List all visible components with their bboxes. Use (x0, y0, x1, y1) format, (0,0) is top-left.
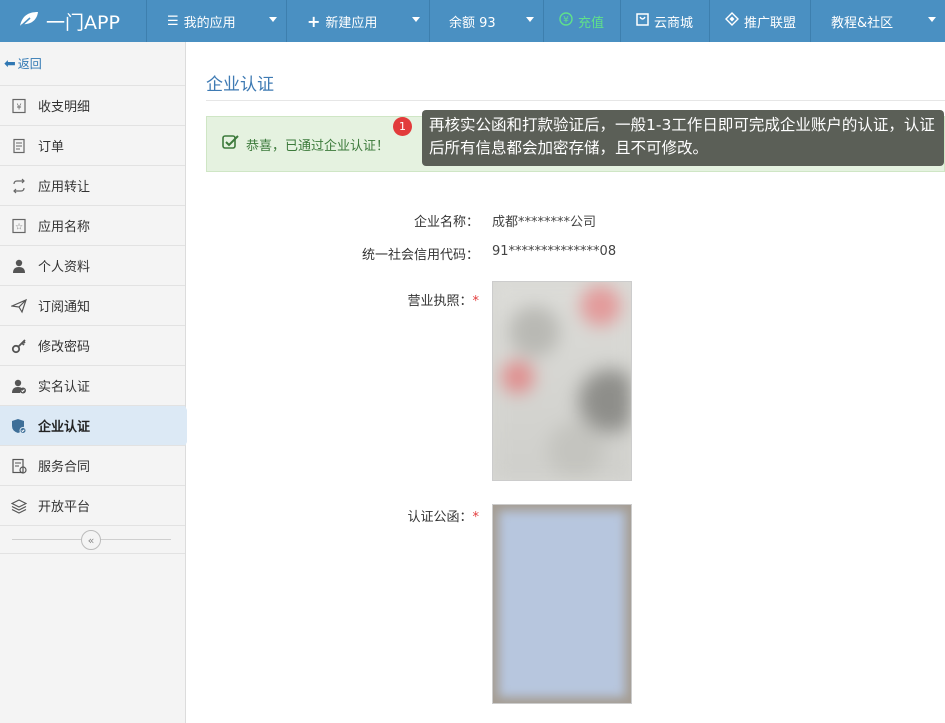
sidebar-item-label: 应用转让 (38, 180, 91, 195)
divider (206, 100, 945, 101)
order-icon (10, 137, 28, 155)
store-icon (636, 12, 649, 30)
svg-text:☆: ☆ (15, 222, 23, 232)
step-badge: 1 (393, 117, 412, 136)
license-blur (493, 282, 631, 480)
logo-text: 一门APP (46, 11, 120, 34)
nav-balance-label: 余额 93 (449, 15, 496, 31)
back-arrow-icon: ⬅ (4, 55, 16, 72)
nav-my-apps-label: 我的应用 (183, 15, 236, 31)
sidebar-item-label: 收支明细 (38, 100, 91, 115)
required-mark: * (472, 510, 480, 525)
certification-letter-image[interactable] (492, 504, 632, 704)
svg-text:¥: ¥ (16, 102, 21, 111)
back-label: 返回 (17, 57, 42, 71)
ledger-icon: ¥ (10, 97, 28, 115)
nav-recharge-label: 充值 (578, 15, 605, 31)
caret-down-icon[interactable] (526, 17, 534, 22)
top-navbar: 一门APP ☰ 我的应用 + 新建应用 余额 93 ¥ 充值 云商城 推广联盟 … (0, 0, 945, 42)
key-icon (10, 337, 28, 355)
main-content: 企业认证 恭喜，已通过企业认证！ 1 再核实公函和打款验证后，一般1-3工作日即… (187, 42, 945, 723)
sidebar-item-realname[interactable]: 实名认证 (0, 366, 185, 406)
page-title: 企业认证 (206, 75, 274, 95)
certification-letter-label: 认证公函：* (187, 506, 479, 525)
business-license-label-text: 营业执照： (407, 294, 473, 309)
sidebar-item-label: 订阅通知 (38, 300, 91, 315)
info-tooltip: 再核实公函和打款验证后，一般1-3工作日即可完成企业账户的认证，认证后所有信息都… (422, 110, 944, 166)
nav-new-app[interactable]: + 新建应用 (287, 0, 430, 42)
nav-cloud-store[interactable]: 云商城 (621, 0, 710, 42)
nav-balance[interactable]: 余额 93 (430, 0, 544, 42)
certification-letter-label-text: 认证公函： (407, 510, 473, 525)
plus-icon: + (307, 11, 321, 31)
business-license-image[interactable] (492, 281, 632, 481)
company-name-label: 企业名称： (413, 215, 479, 230)
sidebar-item-app-name[interactable]: ☆ 应用名称 (0, 206, 185, 246)
svg-text:¥: ¥ (563, 16, 569, 26)
sidebar-item-label: 应用名称 (38, 220, 91, 235)
alert-text: 恭喜，已通过企业认证！ (246, 138, 390, 154)
sidebar-item-password[interactable]: 修改密码 (0, 326, 185, 366)
sidebar-item-label: 服务合同 (38, 460, 91, 475)
sidebar-item-label: 开放平台 (38, 500, 91, 515)
double-chevron-left-icon[interactable]: « (81, 530, 101, 550)
nav-recharge[interactable]: ¥ 充值 (544, 0, 621, 42)
yen-circle-icon: ¥ (559, 12, 573, 30)
leaf-logo-icon (18, 10, 40, 33)
star-icon: ☆ (10, 217, 28, 235)
caret-down-icon[interactable] (269, 17, 277, 22)
nav-my-apps[interactable]: ☰ 我的应用 (147, 0, 287, 42)
enterprise-shield-icon (10, 417, 28, 435)
sidebar-item-label: 订单 (38, 140, 65, 155)
nav-cloud-store-label: 云商城 (654, 15, 694, 31)
sidebar-item-subscribe[interactable]: 订阅通知 (0, 286, 185, 326)
sidebar-item-label: 实名认证 (38, 380, 91, 395)
sidebar-item-contract[interactable]: 服务合同 (0, 446, 185, 486)
business-license-label: 营业执照：* (187, 290, 479, 309)
user-icon (10, 257, 28, 275)
sidebar-item-profile[interactable]: 个人资料 (0, 246, 185, 286)
back-link[interactable]: ⬅ 返回 (0, 42, 185, 86)
sidebar-item-ledger[interactable]: ¥ 收支明细 (0, 86, 185, 126)
checkbox-check-icon (222, 134, 240, 154)
user-check-icon (10, 377, 28, 395)
nav-new-app-label: 新建应用 (325, 15, 378, 31)
letter-paper (499, 511, 625, 697)
required-mark: * (472, 294, 480, 309)
sidebar-item-enterprise[interactable]: 企业认证 (0, 406, 195, 446)
sidebar-item-transfer[interactable]: 应用转让 (0, 166, 185, 206)
credit-code-label: 统一社会信用代码： (361, 248, 479, 263)
sidebar-item-label: 企业认证 (38, 420, 91, 435)
sidebar-item-label: 修改密码 (38, 340, 91, 355)
sidebar-item-orders[interactable]: 订单 (0, 126, 185, 166)
transfer-icon (10, 177, 28, 195)
menu-icon: ☰ (167, 13, 179, 29)
company-name-value: 成都********公司 (492, 215, 597, 230)
paper-plane-icon (10, 297, 28, 315)
sidebar: ⬅ 返回 ¥ 收支明细 订单 应用转让 ☆ 应用名称 个人资料 订阅通知 修改密… (0, 42, 195, 723)
credit-code-value: 91**************08 (492, 244, 617, 259)
caret-down-icon[interactable] (412, 17, 420, 22)
nav-tutorial-label: 教程&社区 (831, 15, 894, 31)
sidebar-item-label: 个人资料 (38, 260, 91, 275)
app-logo[interactable]: 一门APP (0, 0, 147, 42)
nav-affiliate[interactable]: 推广联盟 (710, 0, 811, 42)
nav-tutorial[interactable]: 教程&社区 (811, 0, 945, 42)
contract-icon (10, 457, 28, 475)
layers-icon (10, 497, 28, 515)
sidebar-collapse-row: « (0, 526, 185, 554)
nav-affiliate-label: 推广联盟 (744, 15, 797, 31)
caret-down-icon[interactable] (928, 17, 936, 22)
diamond-icon (725, 12, 739, 30)
sidebar-item-open-platform[interactable]: 开放平台 (0, 486, 185, 526)
